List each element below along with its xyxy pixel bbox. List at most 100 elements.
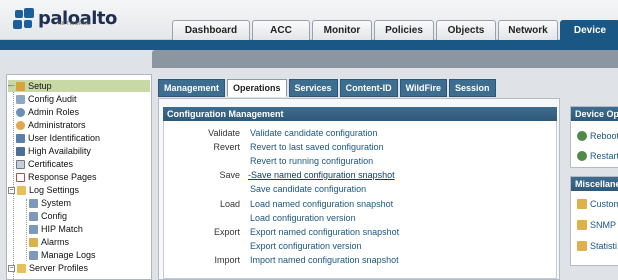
load-version-link[interactable]: Load configuration version — [250, 213, 356, 223]
restart-icon — [577, 151, 587, 161]
sidebar-item-label: Admin Roles — [28, 107, 80, 117]
snmp-label: SNMP S — [590, 220, 618, 230]
section-header: Configuration Management — [163, 107, 557, 121]
load-named-snapshot-link[interactable]: Load named configuration snapshot — [250, 199, 393, 209]
statistics-icon — [577, 241, 587, 251]
admin-roles-icon — [16, 107, 25, 117]
row-label-load: Load — [219, 199, 240, 209]
top-nav-tabs: Dashboard ACC Monitor Policies Objects N… — [172, 20, 618, 40]
export-version-link[interactable]: Export configuration version — [250, 241, 362, 251]
statistics-link[interactable]: Statisti — [577, 241, 617, 251]
subtab-wildfire[interactable]: WildFire — [399, 79, 447, 97]
subtab-services[interactable]: Services — [288, 79, 338, 97]
system-log-icon — [29, 198, 38, 208]
setup-icon — [16, 81, 26, 91]
sidebar-item-config[interactable]: Config — [29, 210, 67, 222]
user-identification-icon — [16, 133, 25, 143]
sidebar-item-response-pages[interactable]: Response Pages — [16, 171, 97, 183]
miscellaneous-panel: Miscellane Custom SNMP S Statisti — [570, 176, 618, 266]
custom-icon — [577, 199, 587, 209]
sidebar-item-setup[interactable]: –· Setup — [8, 80, 150, 92]
row-label-save: Save — [219, 170, 240, 180]
restart-link[interactable]: Restart — [577, 151, 618, 161]
sidebar-item-log-settings[interactable]: − Log Settings — [8, 184, 79, 196]
custom-link[interactable]: Custom — [577, 199, 618, 209]
config-management-section: Validate Validate candidate configuratio… — [163, 121, 557, 279]
sidebar-item-label: Administrators — [28, 120, 86, 130]
save-named-snapshot-link[interactable]: -Save named configuration snapshot — [248, 170, 395, 180]
tree-line — [26, 199, 27, 261]
folder-icon — [17, 263, 26, 273]
config-log-icon — [29, 211, 38, 221]
tab-monitor[interactable]: Monitor — [312, 20, 372, 40]
header-band — [0, 40, 618, 50]
device-subtabs: Management Operations Services Content-I… — [158, 79, 498, 98]
save-named-snapshot-text: Save named configuration snapshot — [251, 170, 395, 180]
tab-policies[interactable]: Policies — [374, 20, 434, 40]
validate-candidate-link[interactable]: Validate candidate configuration — [250, 128, 377, 138]
manage-logs-icon — [29, 250, 38, 260]
subtab-session[interactable]: Session — [449, 79, 496, 97]
device-nav-tree: –· Setup Config Audit Admin Roles Admini… — [6, 74, 152, 280]
reboot-link[interactable]: Reboot — [577, 131, 618, 141]
alarms-icon — [29, 237, 38, 247]
sidebar-item-alarms[interactable]: Alarms — [29, 236, 69, 248]
row-label-revert: Revert — [213, 142, 240, 152]
reboot-icon — [577, 131, 587, 141]
custom-label: Custom — [590, 199, 618, 209]
sidebar-item-label: System — [41, 198, 72, 208]
subtab-content-id[interactable]: Content-ID — [339, 79, 398, 97]
administrators-icon — [16, 120, 25, 130]
content-toolbar — [152, 50, 618, 68]
tab-network[interactable]: Network — [498, 20, 558, 40]
sidebar-item-high-availability[interactable]: High Availability — [16, 145, 91, 157]
folder-icon — [17, 185, 26, 195]
sidebar-item-config-audit[interactable]: Config Audit — [16, 93, 77, 105]
save-candidate-link[interactable]: Save candidate configuration — [250, 184, 366, 194]
sidebar-item-manage-logs[interactable]: Manage Logs — [29, 249, 96, 261]
sidebar-item-server-profiles[interactable]: − Server Profiles — [8, 262, 88, 274]
revert-running-link[interactable]: Revert to running configuration — [250, 156, 373, 166]
tab-acc[interactable]: ACC — [252, 20, 310, 40]
snmp-link[interactable]: SNMP S — [577, 220, 618, 230]
export-named-snapshot-link[interactable]: Export named configuration snapshot — [250, 227, 399, 237]
logo-subtext: NETWORKS — [58, 21, 91, 27]
sidebar-item-label: Manage Logs — [41, 250, 96, 260]
miscellaneous-header: Miscellane — [571, 177, 618, 191]
collapse-icon[interactable]: − — [8, 264, 15, 272]
sidebar-item-label: Setup — [28, 81, 52, 91]
row-label-export: Export — [213, 227, 240, 237]
import-named-snapshot-link[interactable]: Import named configuration snapshot — [250, 255, 399, 265]
hip-match-icon — [29, 224, 38, 234]
revert-last-saved-link[interactable]: Revert to last saved configuration — [250, 142, 384, 152]
tab-device[interactable]: Device — [560, 20, 618, 40]
reboot-label: Reboot — [590, 131, 618, 141]
sidebar-item-system[interactable]: System — [29, 197, 71, 209]
sidebar-item-label: Log Settings — [29, 185, 80, 195]
subtab-management[interactable]: Management — [158, 79, 226, 97]
sidebar-item-label: Config Audit — [28, 94, 77, 104]
collapse-icon[interactable]: − — [8, 186, 15, 194]
high-availability-icon — [16, 146, 25, 156]
tab-dashboard[interactable]: Dashboard — [172, 20, 250, 40]
sidebar-item-administrators[interactable]: Administrators — [16, 119, 86, 131]
subtab-operations[interactable]: Operations — [227, 79, 287, 97]
sidebar-item-hip-match[interactable]: HIP Match — [29, 223, 83, 235]
sidebar-item-user-identification[interactable]: User Identification — [16, 132, 100, 144]
sidebar-item-label: HIP Match — [41, 224, 83, 234]
app-header: paloalto NETWORKS Dashboard ACC Monitor … — [0, 0, 618, 40]
sidebar-item-label: User Identification — [28, 133, 101, 143]
sidebar-item-label: Server Profiles — [29, 263, 89, 273]
sidebar-item-certificates[interactable]: Certificates — [16, 158, 73, 170]
device-operations-header: Device Op — [571, 107, 618, 121]
config-audit-icon — [16, 94, 25, 104]
device-operations-panel: Device Op Reboot Restart — [570, 106, 618, 168]
sidebar-item-label: Response Pages — [28, 172, 97, 182]
tab-objects[interactable]: Objects — [436, 20, 496, 40]
response-pages-icon — [16, 172, 25, 182]
restart-label: Restart — [590, 151, 618, 161]
sidebar-item-label: High Availability — [28, 146, 91, 156]
sidebar-item-label: Alarms — [41, 237, 70, 247]
snmp-icon — [577, 220, 587, 230]
sidebar-item-admin-roles[interactable]: Admin Roles — [16, 106, 79, 118]
